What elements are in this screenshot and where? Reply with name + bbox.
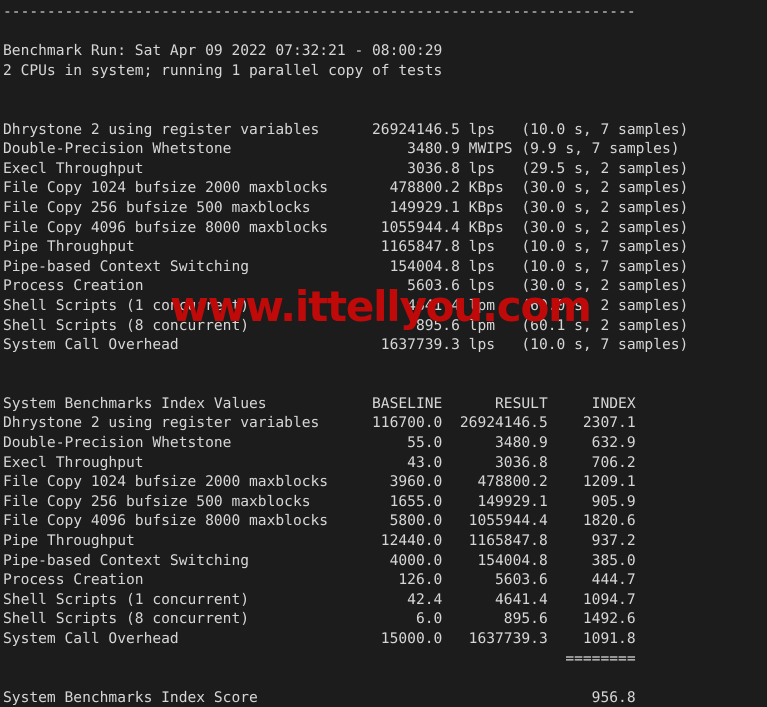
index-table-row: Pipe Throughput 12440.0 1165847.8 937.2 (3, 532, 636, 550)
raw-result-row: Dhrystone 2 using register variables 269… (3, 120, 689, 138)
index-score-line: System Benchmarks Index Score 956.8 (3, 688, 636, 706)
index-separator: ======== (3, 649, 636, 667)
index-table-row: File Copy 1024 bufsize 2000 maxblocks 39… (3, 473, 636, 491)
index-table-row: File Copy 256 bufsize 500 maxblocks 1655… (3, 492, 636, 510)
index-rows-section: Dhrystone 2 using register variables 116… (3, 413, 767, 648)
raw-result-row: Shell Scripts (1 concurrent) 4641.4 lpm … (3, 296, 689, 314)
raw-result-row: Double-Precision Whetstone 3480.9 MWIPS … (3, 140, 680, 158)
index-table-row: System Call Overhead 15000.0 1637739.3 1… (3, 630, 636, 647)
raw-result-row: File Copy 1024 bufsize 2000 maxblocks 47… (3, 179, 689, 197)
raw-result-row: System Call Overhead 1637739.3 lps (10.0… (3, 336, 689, 354)
raw-result-row: File Copy 256 bufsize 500 maxblocks 1499… (3, 198, 689, 216)
index-table-row: Shell Scripts (1 concurrent) 42.4 4641.4… (3, 590, 636, 608)
index-table-row: Double-Precision Whetstone 55.0 3480.9 6… (3, 434, 636, 452)
cpu-info-header: 2 CPUs in system; running 1 parallel cop… (3, 61, 443, 79)
raw-result-row: Process Creation 5603.6 lps (30.0 s, 2 s… (3, 277, 689, 295)
raw-results-section: Dhrystone 2 using register variables 269… (3, 120, 767, 355)
raw-result-row: File Copy 4096 bufsize 8000 maxblocks 10… (3, 218, 689, 236)
terminal-window: ----------------------------------------… (0, 0, 767, 706)
benchmark-run-header: Benchmark Run: Sat Apr 09 2022 07:32:21 … (3, 42, 443, 60)
raw-result-row: Pipe-based Context Switching 154004.8 lp… (3, 257, 689, 275)
raw-result-row: Shell Scripts (8 concurrent) 895.6 lpm (… (3, 316, 689, 334)
index-table-header: System Benchmarks Index Values BASELINE … (3, 394, 636, 412)
index-table-row: Execl Throughput 43.0 3036.8 706.2 (3, 453, 636, 471)
raw-result-row: Pipe Throughput 1165847.8 lps (10.0 s, 7… (3, 238, 689, 256)
index-table-row: Shell Scripts (8 concurrent) 6.0 895.6 1… (3, 610, 636, 628)
index-table-row: File Copy 4096 bufsize 8000 maxblocks 58… (3, 512, 636, 530)
index-table-row: Process Creation 126.0 5603.6 444.7 (3, 571, 636, 589)
raw-result-row: Execl Throughput 3036.8 lps (29.5 s, 2 s… (3, 159, 689, 177)
index-table-row: Dhrystone 2 using register variables 116… (3, 414, 636, 432)
separator-line-top: ----------------------------------------… (3, 3, 636, 20)
index-table-row: Pipe-based Context Switching 4000.0 1540… (3, 551, 636, 569)
